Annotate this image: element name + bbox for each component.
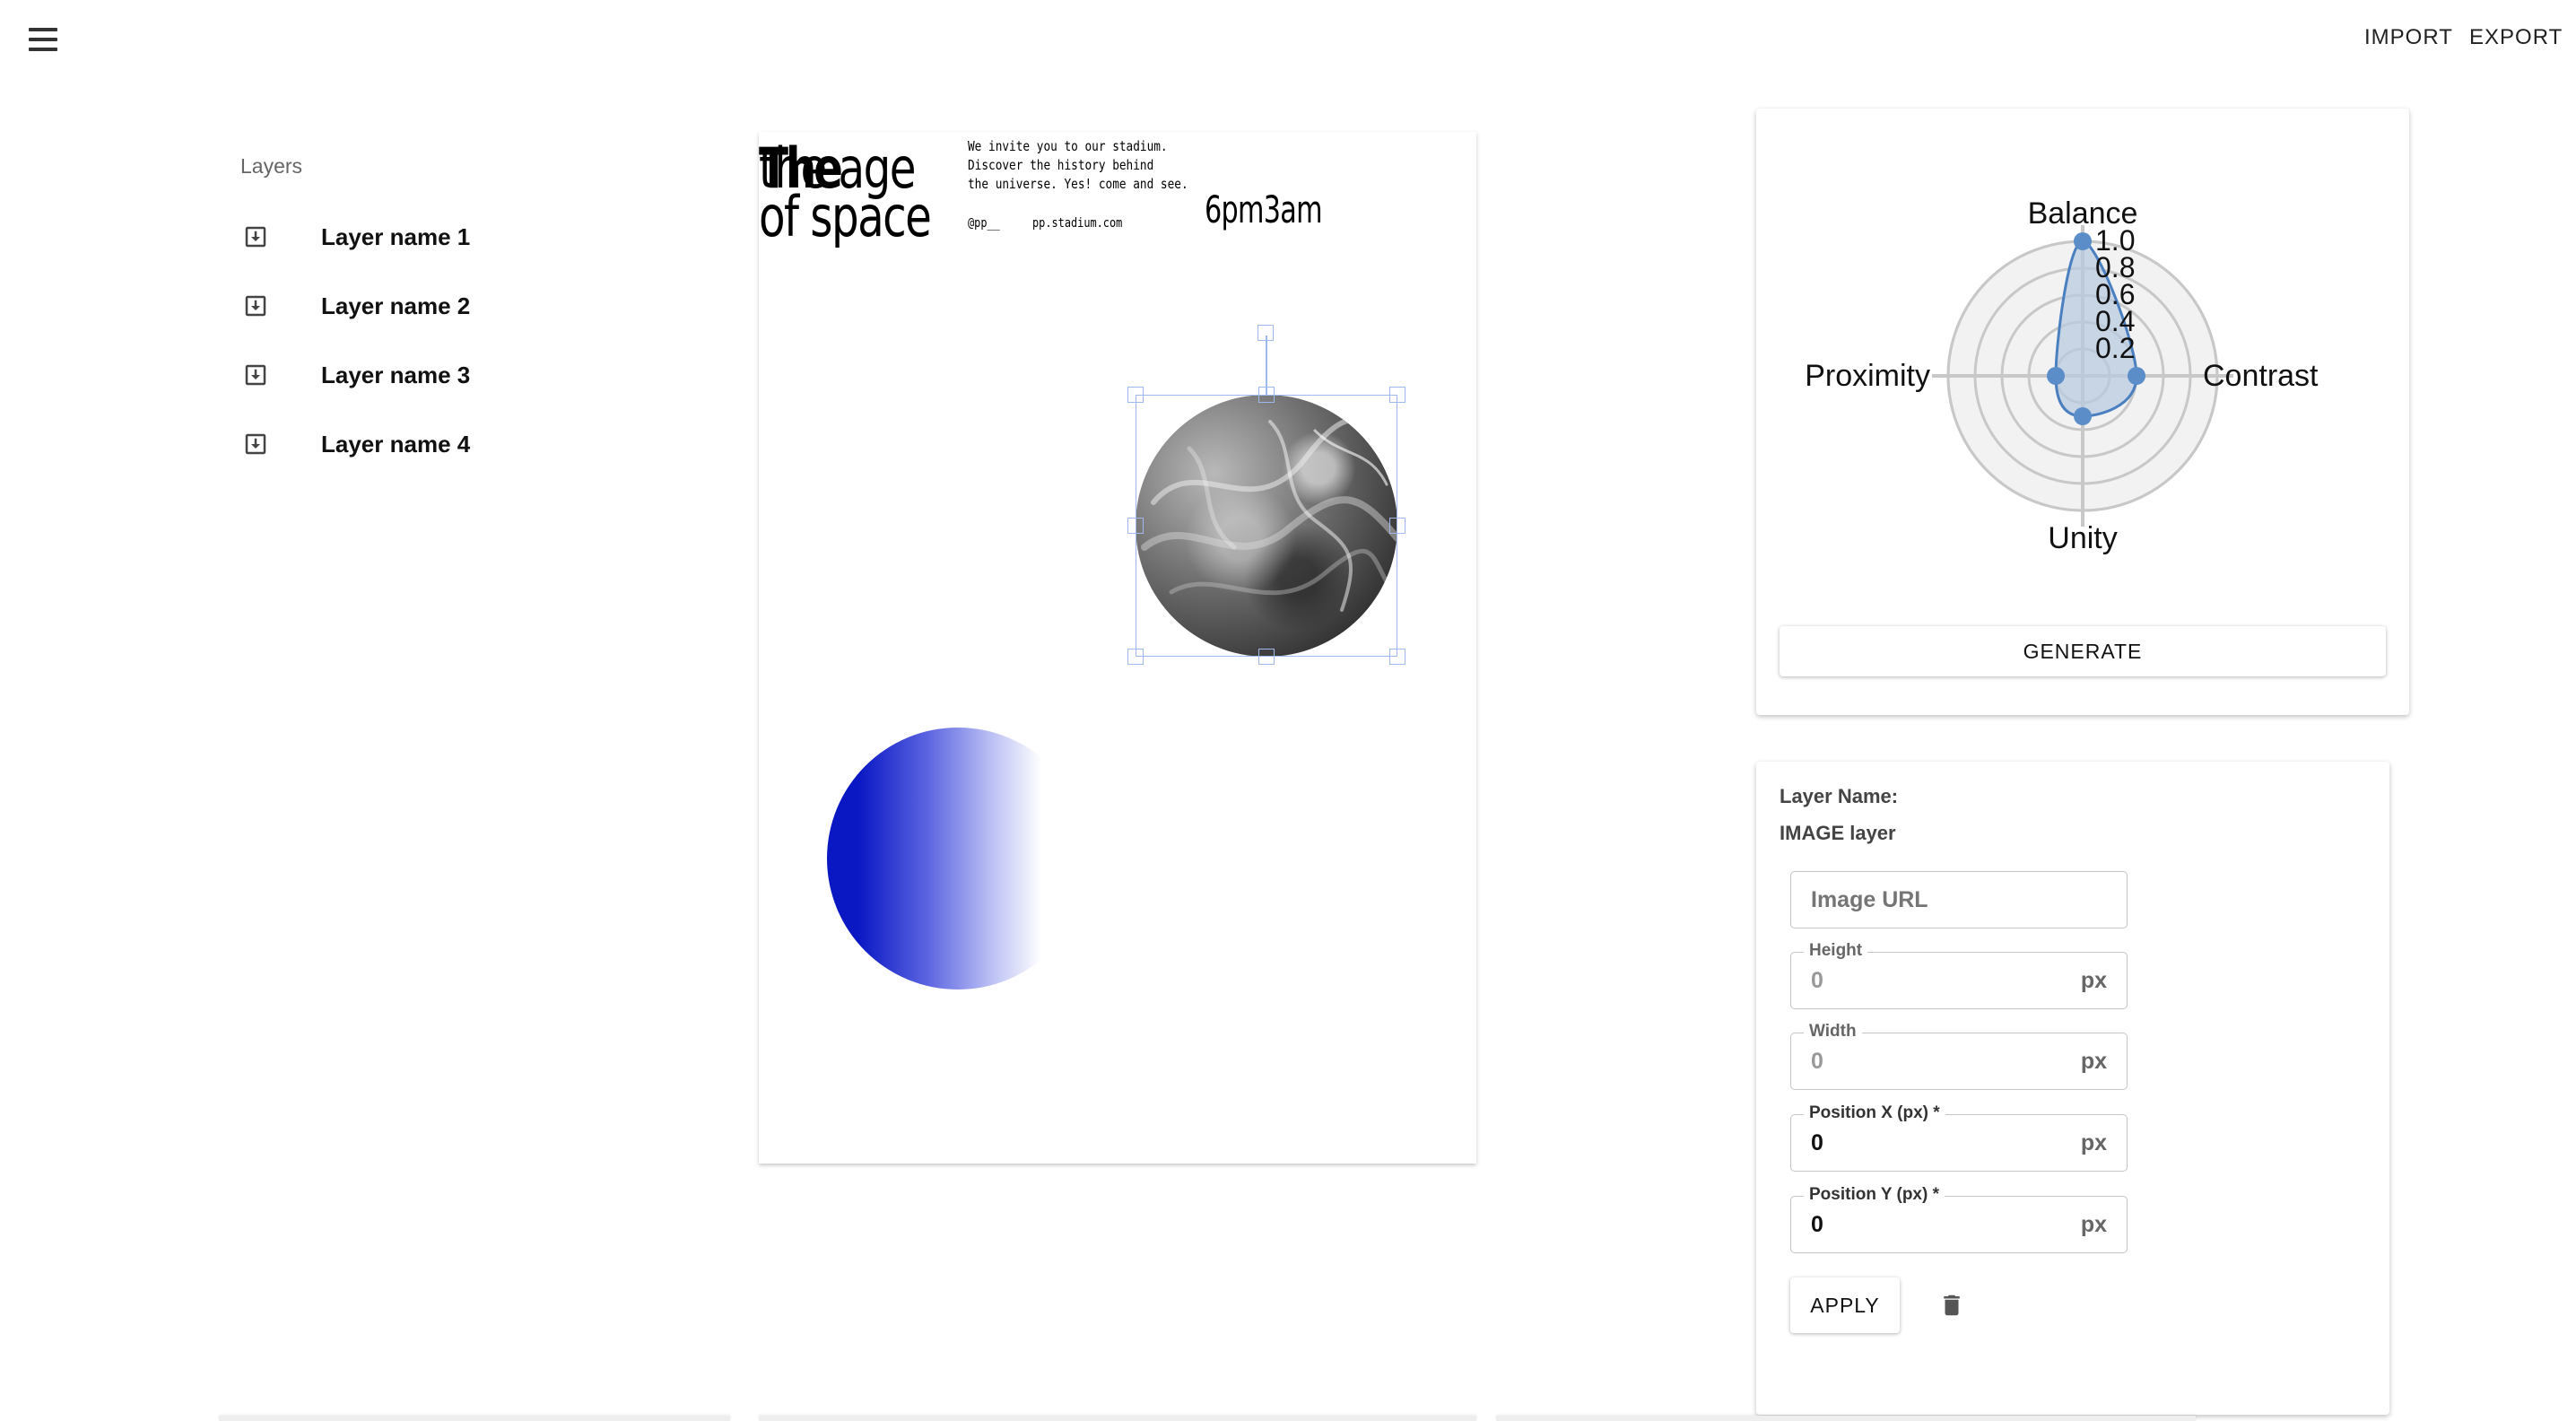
position-x-input[interactable] bbox=[1811, 1115, 2044, 1171]
poster-body-line: the universe. Yes! come and see. bbox=[968, 176, 1188, 192]
poster-body-line: Discover the history behind bbox=[968, 157, 1154, 173]
resize-handle-bottom-right[interactable] bbox=[1389, 649, 1405, 665]
radar-axis-label-proximity: Proximity bbox=[1805, 359, 1930, 393]
composition-chart-card: 0.2 0.4 0.6 0.8 1.0 Balance Contrast Unity Proxi… bbox=[1756, 109, 2409, 715]
image-layer-icon bbox=[240, 360, 271, 390]
px-suffix: px bbox=[2080, 967, 2107, 993]
rotate-handle[interactable] bbox=[1258, 325, 1274, 341]
height-input[interactable] bbox=[1811, 953, 2044, 1008]
radar-chart: 0.20.40.60.81.0BalanceContrastUnityProxi… bbox=[1805, 196, 2319, 555]
position-y-field[interactable]: Position Y (px) * px bbox=[1790, 1185, 2128, 1253]
layers-title: Layers bbox=[240, 154, 303, 178]
radar-point-proximity bbox=[2047, 367, 2065, 385]
layer-name-label: Layer Name: bbox=[1780, 785, 1899, 807]
resize-handle-top[interactable] bbox=[1258, 387, 1275, 403]
poster-time[interactable]: 6pm3am bbox=[1205, 187, 1323, 231]
resize-handle-right[interactable] bbox=[1389, 518, 1405, 534]
generate-button[interactable]: GENERATE bbox=[1780, 626, 2386, 676]
poster-handle[interactable]: @pp__ bbox=[968, 216, 1000, 231]
bottom-card-edge bbox=[1496, 1416, 2196, 1421]
bottom-card-edge bbox=[219, 1416, 730, 1421]
poster-title-line-2: of space bbox=[759, 184, 932, 249]
radar-point-balance bbox=[2074, 232, 2092, 250]
radar-axis-label-unity: Unity bbox=[2048, 521, 2117, 555]
position-y-input[interactable] bbox=[1811, 1197, 2044, 1252]
resize-handle-top-left[interactable] bbox=[1127, 387, 1144, 403]
export-button[interactable]: EXPORT bbox=[2469, 25, 2563, 50]
layer-item-3[interactable]: Layer name 3 bbox=[240, 353, 470, 397]
layer-label: Layer name 4 bbox=[321, 430, 471, 458]
bottom-card-edge bbox=[759, 1416, 1476, 1421]
layer-label: Layer name 3 bbox=[321, 361, 471, 388]
poster-body-line: We invite you to our stadium. bbox=[968, 138, 1168, 154]
apply-button[interactable]: APPLY bbox=[1790, 1277, 1900, 1333]
selection-box bbox=[1136, 395, 1397, 657]
image-layer-icon bbox=[240, 222, 271, 252]
px-suffix: px bbox=[2080, 1129, 2107, 1155]
layer-item-2[interactable]: Layer name 2 bbox=[240, 284, 470, 327]
layer-type-label: IMAGE layer bbox=[1780, 822, 1896, 844]
poster-url[interactable]: pp.stadium.com bbox=[1032, 216, 1122, 231]
width-input[interactable] bbox=[1811, 1033, 2044, 1089]
image-url-input[interactable] bbox=[1811, 872, 2107, 928]
trash-icon[interactable] bbox=[1936, 1289, 1968, 1321]
image-layer-icon bbox=[240, 291, 271, 321]
image-url-field[interactable] bbox=[1790, 871, 2128, 928]
layer-label: Layer name 1 bbox=[321, 222, 471, 250]
layer-item-1[interactable]: Layer name 1 bbox=[240, 215, 470, 258]
width-field[interactable]: Width px bbox=[1790, 1022, 2128, 1090]
position-x-field[interactable]: Position X (px) * px bbox=[1790, 1103, 2128, 1172]
layer-properties-card: Layer Name: IMAGE layer Height px Width … bbox=[1756, 762, 2389, 1415]
import-button[interactable]: IMPORT bbox=[2364, 25, 2453, 50]
design-canvas[interactable]: The the age of space We invite you to ou… bbox=[759, 132, 1476, 1164]
resize-handle-bottom[interactable] bbox=[1258, 649, 1275, 665]
radar-axis-label-contrast: Contrast bbox=[2203, 359, 2319, 393]
hamburger-menu-icon[interactable] bbox=[29, 23, 61, 56]
layer-label: Layer name 2 bbox=[321, 292, 471, 319]
px-suffix: px bbox=[2080, 1048, 2107, 1074]
px-suffix: px bbox=[2080, 1211, 2107, 1237]
height-field[interactable]: Height px bbox=[1790, 941, 2128, 1009]
resize-handle-bottom-left[interactable] bbox=[1127, 649, 1144, 665]
poster-body-text[interactable]: We invite you to our stadium. Discover t… bbox=[968, 137, 1188, 194]
resize-handle-top-right[interactable] bbox=[1389, 387, 1405, 403]
layer-item-4[interactable]: Layer name 4 bbox=[240, 423, 470, 466]
gradient-circle-shape[interactable] bbox=[827, 728, 1089, 989]
image-layer-icon bbox=[240, 429, 271, 459]
radar-point-unity bbox=[2074, 407, 2092, 425]
resize-handle-left[interactable] bbox=[1127, 518, 1144, 534]
radar-axis-label-balance: Balance bbox=[2028, 196, 2138, 231]
radar-point-contrast bbox=[2128, 367, 2145, 385]
